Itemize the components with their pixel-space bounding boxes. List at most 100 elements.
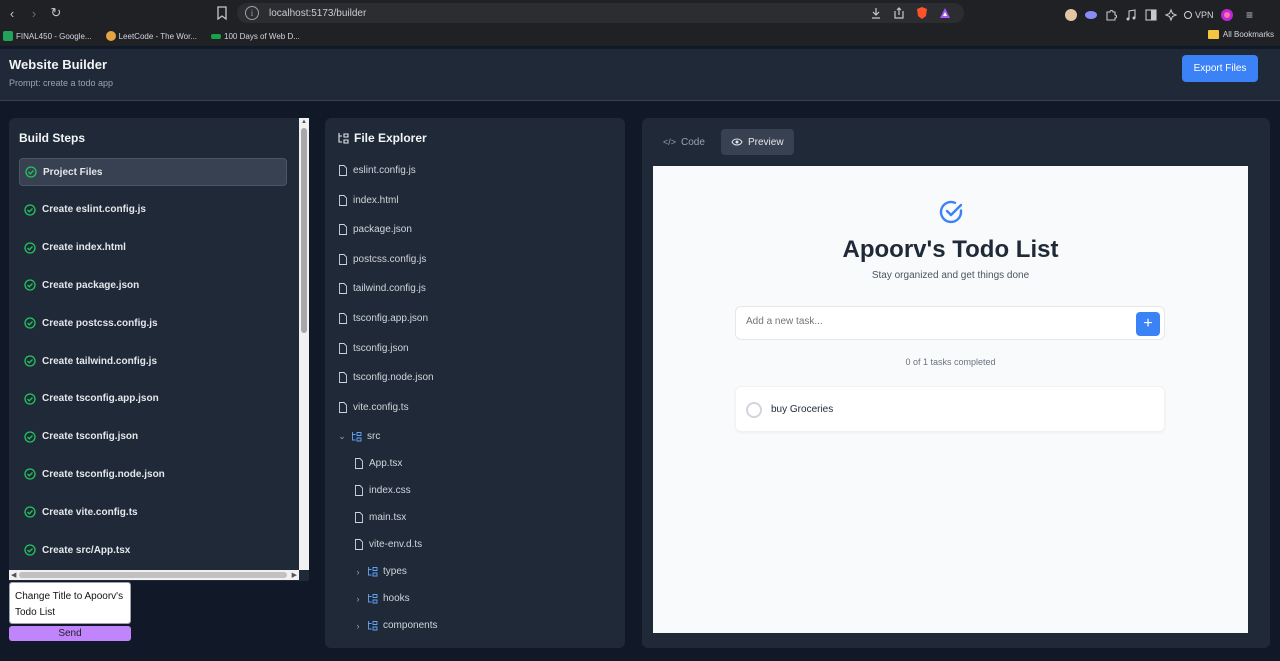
share-icon[interactable] — [892, 6, 906, 20]
chevron-right-icon[interactable]: › — [354, 594, 362, 604]
scroll-right-icon[interactable]: ▶ — [292, 571, 297, 579]
file-item[interactable]: tsconfig.json — [338, 343, 409, 354]
site-info-icon[interactable]: i — [245, 6, 259, 20]
folder-tree-icon — [367, 620, 378, 631]
scroll-left-icon[interactable]: ◀ — [11, 571, 16, 579]
folder-item[interactable]: › types — [354, 566, 407, 577]
puzzle-icon[interactable] — [1104, 8, 1118, 22]
file-icon — [338, 194, 348, 206]
file-item[interactable]: package.json — [338, 224, 412, 235]
bookmark-item[interactable]: FINAL450 - Google... — [3, 31, 92, 41]
add-task-button[interactable]: + — [1136, 312, 1160, 336]
file-item[interactable]: postcss.config.js — [338, 254, 426, 265]
chevron-right-icon[interactable]: › — [354, 567, 362, 577]
file-item[interactable]: tsconfig.node.json — [338, 372, 434, 383]
tab-code[interactable]: </> Code — [653, 129, 715, 155]
scroll-thumb[interactable] — [19, 572, 287, 578]
bookmark-page-icon[interactable] — [214, 5, 230, 21]
sidebar-icon[interactable] — [1144, 8, 1158, 22]
file-item[interactable]: tsconfig.app.json — [338, 313, 428, 324]
send-button[interactable]: Send — [9, 626, 131, 641]
task-checkbox[interactable] — [746, 402, 762, 418]
check-circle-icon — [24, 544, 36, 556]
file-item[interactable]: vite.config.ts — [338, 402, 409, 413]
build-step[interactable]: Create vite.config.ts — [19, 498, 287, 526]
build-step[interactable]: Create package.json — [19, 271, 287, 299]
file-item[interactable]: vite-env.d.ts — [354, 539, 422, 550]
check-circle-icon — [24, 355, 36, 367]
build-step[interactable]: Create tsconfig.json — [19, 423, 287, 451]
tab-code-label: Code — [681, 136, 705, 148]
new-task-input[interactable] — [746, 316, 1126, 327]
folder-item[interactable]: › components — [354, 620, 438, 631]
reload-icon[interactable]: ↻ — [46, 3, 66, 23]
address-bar[interactable]: i localhost:5173/builder — [237, 3, 964, 23]
add-task-form: + — [735, 306, 1165, 340]
folder-tree-icon — [367, 566, 378, 577]
build-step-label: Create src/App.tsx — [42, 544, 131, 556]
file-icon — [354, 539, 364, 551]
bookmark-item[interactable]: LeetCode - The Wor... — [105, 31, 197, 41]
leo-icon[interactable] — [1164, 8, 1178, 22]
all-bookmarks[interactable]: All Bookmarks — [1207, 30, 1274, 39]
file-item[interactable]: eslint.config.js — [338, 165, 416, 176]
plus-icon: + — [1143, 315, 1153, 332]
preview-panel: </> Code Preview Apoorv's Todo List Stay… — [642, 118, 1270, 648]
build-step[interactable]: Create tsconfig.node.json — [19, 460, 287, 488]
menu-icon[interactable]: ≡ — [1240, 5, 1260, 25]
chevron-right-icon[interactable]: › — [354, 621, 362, 631]
folder-item[interactable]: › hooks — [354, 593, 410, 604]
leetcode-icon — [105, 31, 116, 41]
build-step-label: Create vite.config.ts — [42, 506, 138, 518]
file-item[interactable]: tailwind.config.js — [338, 283, 426, 294]
extension-icon[interactable] — [1064, 8, 1078, 22]
prompt-input[interactable]: Change Title to Apoorv's Todo List — [9, 582, 131, 624]
file-icon — [354, 485, 364, 497]
file-item[interactable]: index.css — [354, 485, 411, 496]
extension-icon[interactable] — [1084, 8, 1098, 22]
brave-shield-icon[interactable] — [915, 6, 929, 20]
scroll-thumb[interactable] — [301, 128, 307, 333]
extensions-bar: VPN ≡ — [1064, 5, 1260, 25]
file-item[interactable]: index.html — [338, 195, 399, 206]
build-step-label: Create tsconfig.node.json — [42, 468, 165, 480]
build-step[interactable]: Create postcss.config.js — [19, 309, 287, 337]
folder-tree-icon — [367, 593, 378, 604]
vpn-button[interactable]: VPN — [1184, 10, 1214, 20]
download-icon[interactable] — [869, 6, 883, 20]
steps-horizontal-scrollbar[interactable]: ◀ ▶ — [9, 570, 299, 580]
build-step[interactable]: Create index.html — [19, 234, 287, 262]
eye-icon — [731, 138, 743, 146]
file-icon — [338, 342, 348, 354]
todo-subtitle: Stay organized and get things done — [871, 270, 1030, 281]
check-circle-icon — [24, 317, 36, 329]
bookmark-item[interactable]: 100 Days of Web D... — [211, 32, 300, 41]
sheets-icon — [3, 31, 13, 41]
build-step[interactable]: Project Files — [19, 158, 287, 186]
chevron-down-icon[interactable]: ⌄ — [338, 431, 346, 442]
file-item[interactable]: main.tsx — [354, 512, 406, 523]
folder-item[interactable]: ⌄ src — [338, 431, 380, 442]
wallet-icon[interactable] — [1220, 8, 1234, 22]
export-files-button[interactable]: Export Files — [1182, 55, 1258, 82]
prompt-text: Prompt: create a todo app — [9, 78, 114, 88]
build-step[interactable]: Create src/App.tsx — [19, 536, 287, 564]
forward-icon[interactable]: › — [24, 3, 44, 23]
file-name: postcss.config.js — [353, 253, 427, 265]
tab-preview[interactable]: Preview — [721, 129, 794, 155]
file-item[interactable]: App.tsx — [354, 458, 402, 469]
page-title: Website Builder — [9, 57, 108, 72]
check-circle-icon — [24, 468, 36, 481]
back-icon[interactable]: ‹ — [2, 3, 22, 23]
rewards-icon[interactable] — [938, 6, 952, 20]
url-text: localhost:5173/builder — [269, 7, 367, 19]
build-step[interactable]: Create eslint.config.js — [19, 196, 287, 224]
folder-tree-icon — [351, 431, 362, 442]
build-step[interactable]: Create tailwind.config.js — [19, 347, 287, 375]
scroll-up-icon[interactable]: ▲ — [301, 119, 307, 125]
file-name: tsconfig.json — [353, 342, 409, 354]
media-icon[interactable] — [1124, 8, 1138, 22]
steps-vertical-scrollbar[interactable]: ▲ — [299, 118, 309, 570]
vpn-icon — [1184, 11, 1192, 19]
build-step[interactable]: Create tsconfig.app.json — [19, 385, 287, 413]
